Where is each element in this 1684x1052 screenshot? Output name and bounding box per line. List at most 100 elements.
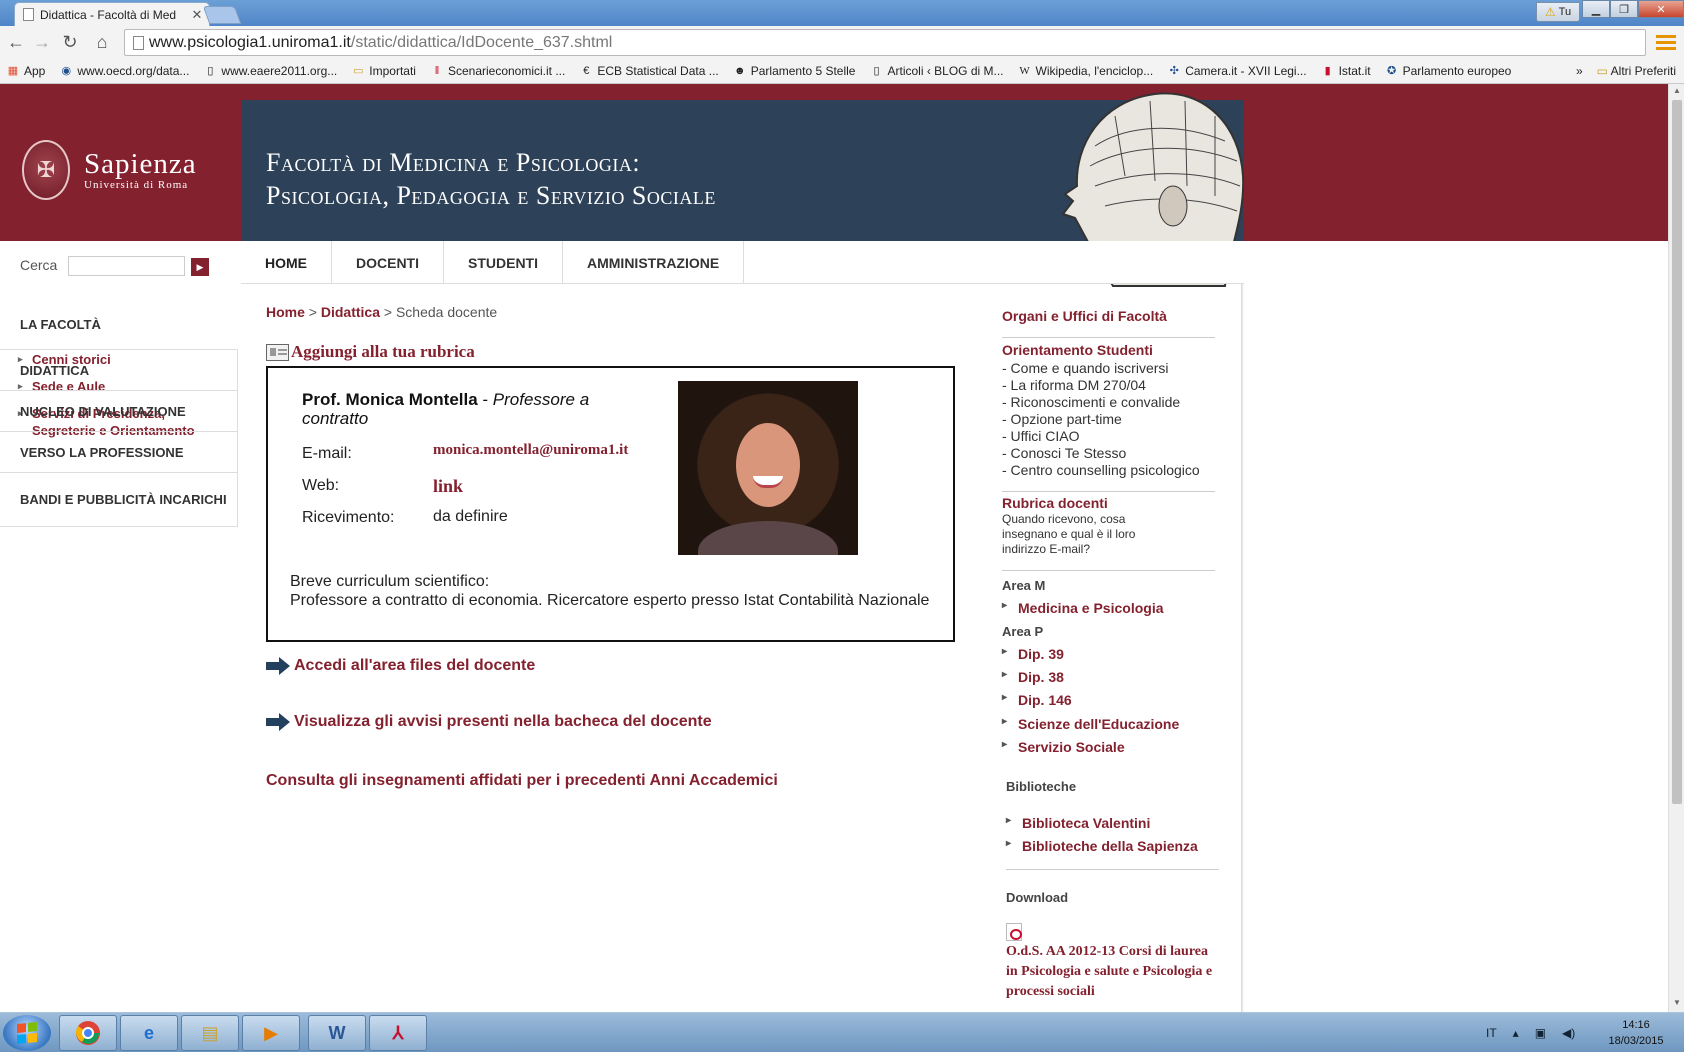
notices-link[interactable]: Visualizza gli avvisi presenti nella bac… (266, 713, 712, 731)
explorer-taskbar-icon[interactable]: ▤ (181, 1015, 239, 1051)
apps-grid-icon: ▦ (7, 64, 19, 77)
nav-amministrazione[interactable]: AMMINISTRAZIONE (563, 241, 745, 284)
close-window-button[interactable]: ✕ (1638, 0, 1684, 18)
orient-item[interactable]: - Conosci Te Stesso (1002, 445, 1200, 462)
breadcrumb-home[interactable]: Home (266, 304, 305, 320)
menu-nucleo-valutazione[interactable]: NUCLEO DI VALUTAZIONE (0, 390, 238, 431)
link-servizio-sociale[interactable]: Servizio Sociale (1002, 739, 1125, 755)
acrobat-taskbar-icon[interactable]: ⅄ (369, 1015, 427, 1051)
bookmark-item[interactable]: ◉ www.oecd.org/data... (59, 64, 190, 78)
orient-item[interactable]: - Uffici CIAO (1002, 428, 1200, 445)
bookmark-item[interactable]: ▯ Articoli ‹ BLOG di M... (869, 64, 1003, 78)
search-input[interactable] (68, 256, 185, 276)
user-profile-button[interactable]: ⚠ Tu (1536, 2, 1580, 22)
bookmark-item[interactable]: ☻ Parlamento 5 Stelle (733, 64, 856, 78)
bookmark-item[interactable]: ✣ Camera.it - XVII Legi... (1167, 63, 1307, 78)
show-hidden-icons-icon[interactable]: ▴ (1513, 1026, 1519, 1040)
orientamento-title[interactable]: Orientamento Studenti (1002, 342, 1153, 358)
nav-docenti[interactable]: DOCENTI (332, 241, 444, 284)
teacher-web-link[interactable]: link (433, 476, 463, 497)
breadcrumb: Home > Didattica > Scheda docente (266, 304, 497, 320)
chrome-menu-icon[interactable] (1656, 32, 1676, 52)
previous-years-link[interactable]: Consulta gli insegnamenti affidati per i… (266, 772, 778, 790)
search-submit-button[interactable]: ▶ (191, 258, 209, 276)
forward-icon[interactable]: → (30, 30, 54, 54)
teacher-heading: Prof. Monica Montella - Professore a con… (302, 390, 590, 428)
orient-item[interactable]: - Riconoscimenti e convalide (1002, 394, 1200, 411)
tab-title: Didattica - Facoltà di Med (40, 7, 177, 22)
bookmark-label: Scenarieconomici.it ... (447, 63, 566, 78)
other-bookmarks-folder[interactable]: ▭ Altri Preferiti (1597, 64, 1676, 78)
scrollbar-thumb[interactable] (1672, 100, 1682, 804)
orient-item[interactable]: - Centro counselling psicologico (1002, 462, 1200, 479)
home-icon[interactable]: ⌂ (90, 30, 114, 54)
rubrica-description: Quando ricevono, cosa insegnano e qual è… (1002, 512, 1136, 556)
menu-bandi-incarichi[interactable]: BANDI E PUBBLICITÀ INCARICHI (0, 472, 238, 527)
bookmark-label: Camera.it - XVII Legi... (1185, 63, 1307, 78)
start-button[interactable] (3, 1015, 51, 1051)
link-medicina-psicologia[interactable]: Medicina e Psicologia (1002, 600, 1164, 616)
link-dip-38[interactable]: Dip. 38 (1002, 669, 1064, 685)
orient-item[interactable]: - Come e quando iscriversi (1002, 360, 1200, 377)
address-bar[interactable]: www.psicologia1.uniroma1.it/static/didat… (124, 29, 1646, 56)
language-indicator[interactable]: IT (1486, 1026, 1497, 1040)
taskbar-clock[interactable]: 14:16 18/03/2015 (1596, 1017, 1676, 1049)
bookmark-item[interactable]: ▯ www.eaere2011.org... (203, 64, 337, 78)
page-scrollbar[interactable]: ▲ ▼ (1668, 84, 1684, 1012)
clock-date: 18/03/2015 (1608, 1035, 1664, 1047)
restore-button[interactable]: ❐ (1610, 0, 1638, 18)
add-to-contacts-link[interactable]: Aggiungi alla tua rubrica (266, 342, 475, 362)
bookmark-item[interactable]: W Wikipedia, l'enciclop... (1018, 64, 1153, 78)
minimize-button[interactable]: ▁ (1582, 0, 1610, 18)
organi-uffici-link[interactable]: Organi e Uffici di Facoltà (1002, 308, 1167, 324)
rubrica-docenti-link[interactable]: Rubrica docenti (1002, 495, 1108, 511)
sidebar-section-title: LA FACOLTÀ (20, 317, 101, 332)
menu-didattica[interactable]: DIDATTICA (0, 349, 238, 390)
link-dip-39[interactable]: Dip. 39 (1002, 646, 1064, 662)
bookmark-item[interactable]: ▦ App (6, 64, 46, 78)
nav-home[interactable]: HOME (241, 241, 332, 284)
ricevimento-label: Ricevimento: (302, 509, 395, 526)
volume-icon[interactable]: ◀) (1562, 1026, 1575, 1040)
bookmark-label: Istat.it (1338, 63, 1371, 78)
new-tab-button[interactable] (202, 6, 242, 24)
close-tab-icon[interactable]: ✕ (189, 7, 205, 23)
page-viewport: ✠ Sapienza Università di Roma Facoltà di… (0, 84, 1668, 1012)
internet-explorer-taskbar-icon[interactable]: e (120, 1015, 178, 1051)
bookmark-label: Articoli ‹ BLOG di M... (887, 63, 1004, 78)
user-label: Tu (1558, 6, 1572, 18)
download-ods-link[interactable]: O.d.S. AA 2012-13 Corsi di laurea in Psi… (1006, 942, 1221, 1002)
reload-icon[interactable]: ↻ (58, 30, 82, 54)
link-dip-146[interactable]: Dip. 146 (1002, 692, 1072, 708)
menu-verso-professione[interactable]: VERSO LA PROFESSIONE (0, 431, 238, 472)
link-biblioteche-sapienza[interactable]: Biblioteche della Sapienza (1006, 838, 1198, 854)
bookmark-item[interactable]: ✪ Parlamento europeo (1385, 64, 1511, 78)
network-icon[interactable]: ▣ (1535, 1026, 1546, 1040)
sapienza-logo[interactable]: ✠ Sapienza Università di Roma (22, 140, 197, 200)
browser-tab[interactable]: Didattica - Facoltà di Med ✕ (14, 2, 210, 26)
chrome-taskbar-icon[interactable] (59, 1015, 117, 1051)
scroll-down-arrow-icon[interactable]: ▼ (1673, 998, 1681, 1007)
arrow-right-icon (266, 713, 292, 731)
scroll-up-arrow-icon[interactable]: ▲ (1673, 86, 1681, 95)
bookmark-item[interactable]: ▮ Istat.it (1321, 64, 1371, 78)
breadcrumb-didattica[interactable]: Didattica (321, 304, 380, 320)
word-taskbar-icon[interactable]: W (308, 1015, 366, 1051)
link-biblioteca-valentini[interactable]: Biblioteca Valentini (1006, 815, 1150, 831)
back-icon[interactable]: ← (4, 30, 28, 54)
nav-studenti[interactable]: STUDENTI (444, 241, 563, 284)
media-player-taskbar-icon[interactable]: ▶ (242, 1015, 300, 1051)
page-icon (133, 36, 144, 50)
search-box: Cerca ▶ (0, 241, 240, 287)
bookmarks-overflow-button[interactable]: » (1576, 64, 1583, 78)
orient-item[interactable]: - La riforma DM 270/04 (1002, 377, 1200, 394)
teacher-email-link[interactable]: monica.montella@uniroma1.it (433, 442, 628, 459)
area-p-label: Area P (1002, 624, 1044, 639)
bookmark-item[interactable]: ▭ Importati (351, 64, 416, 78)
search-label: Cerca (20, 257, 58, 273)
orient-item[interactable]: - Opzione part-time (1002, 411, 1200, 428)
bookmark-item[interactable]: ‖ Scenarieconomici.it ... (430, 63, 566, 78)
files-area-link[interactable]: Accedi all'area files del docente (266, 657, 535, 675)
bookmark-item[interactable]: € ECB Statistical Data ... (579, 64, 718, 78)
link-scienze-educazione[interactable]: Scienze dell'Educazione (1002, 716, 1179, 732)
